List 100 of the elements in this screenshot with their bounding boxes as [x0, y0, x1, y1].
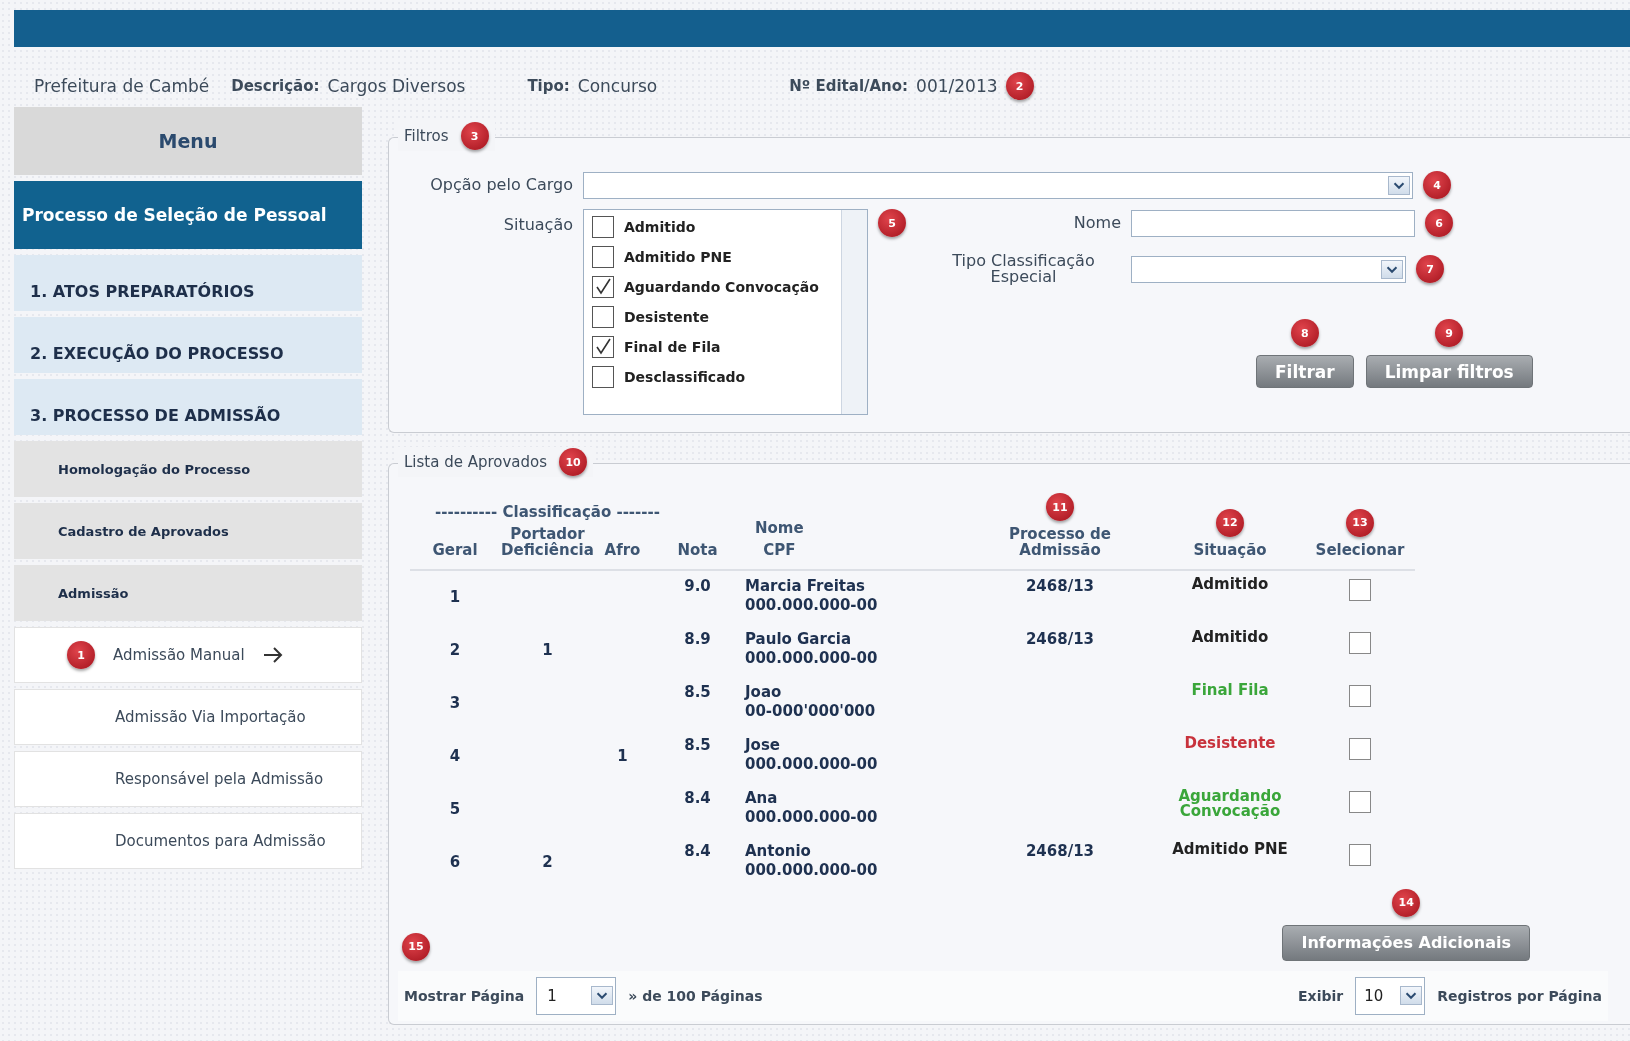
select-checkbox[interactable] [1349, 631, 1371, 654]
submenu-item[interactable]: Documentos para Admissão [14, 813, 362, 869]
option-label: Admitido PNE [624, 249, 732, 265]
scrollbar[interactable] [841, 210, 867, 414]
table-cell: 5 [449, 801, 461, 817]
menu-item[interactable]: Admissão [14, 565, 362, 621]
column-group-header: ---------- Classificação ------- [435, 505, 660, 521]
arrow-right-icon [262, 646, 283, 664]
situation-list[interactable]: Admitido Admitido PNE Aguardando Convocação Desistente Final de Fila Desclassificado [583, 209, 868, 415]
column-header: CPF [763, 542, 796, 559]
pager-label: » de 100 Páginas [628, 987, 763, 1004]
page-select[interactable]: 1 [536, 976, 617, 1015]
table-cell: 8.5 [684, 684, 711, 700]
person-name: Paulo Garcia [745, 631, 853, 647]
number-marker: 4 [1423, 171, 1451, 199]
status-text: Admitido [1191, 576, 1269, 592]
status-text: Admitido PNE [1172, 841, 1288, 857]
name-input[interactable] [1131, 209, 1415, 237]
option-label: Desistente [624, 309, 709, 325]
checkbox[interactable] [592, 336, 614, 358]
submenu-label: Admissão Via Importação [115, 708, 306, 726]
status-text: Final Fila [1191, 682, 1269, 698]
table-cell: 1 [449, 589, 461, 605]
table-cell: 8.4 [684, 843, 711, 859]
submenu-item[interactable]: 1 Admissão Manual [14, 627, 362, 683]
submenu-item[interactable]: Admissão Via Importação [14, 689, 362, 745]
organization-name: Prefeitura de Cambé [34, 76, 210, 96]
column-header: Geral [432, 542, 478, 559]
checkbox[interactable] [592, 276, 614, 298]
select-checkbox[interactable] [1349, 737, 1371, 760]
menu-group[interactable]: 2. EXECUÇÃO DO PROCESSO [14, 317, 362, 373]
select-checkbox[interactable] [1349, 578, 1371, 601]
number-marker: 5 [878, 209, 906, 237]
table-cell: 2468/13 [1025, 843, 1095, 859]
person-name: Antonio [745, 843, 812, 859]
select-checkbox[interactable] [1349, 843, 1371, 866]
table-cell: 6 [449, 854, 461, 870]
panel-legend: Lista de Aprovados [404, 453, 548, 471]
pager-label: Exibir [1298, 987, 1344, 1004]
select-checkbox[interactable] [1349, 790, 1371, 813]
person-name: Ana [745, 790, 779, 806]
checkbox[interactable] [592, 306, 614, 328]
field-value: Concurso [577, 76, 658, 96]
number-marker: 6 [1425, 209, 1453, 237]
column-header: Situação [1193, 542, 1267, 559]
person-name: Jose [745, 737, 781, 753]
column-header: Portador Deficiência [500, 527, 595, 559]
column-header: Nome [755, 521, 804, 537]
option-label: Final de Fila [624, 339, 721, 355]
table-cell: 8.9 [684, 631, 711, 647]
table-cell: 8.5 [684, 737, 711, 753]
status-text: Admitido [1191, 629, 1269, 645]
menu-item[interactable]: Homologação do Processo [14, 441, 362, 497]
cpf-number: 000.000.000-00 [745, 597, 878, 613]
menu-item[interactable]: Cadastro de Aprovados [14, 503, 362, 559]
panel-legend: Filtros [404, 127, 449, 145]
number-marker: 3 [460, 122, 489, 150]
menu-group[interactable]: 3. PROCESSO DE ADMISSÃO [14, 379, 362, 435]
cpf-number: 00-000'000'000 [745, 703, 876, 719]
person-name: Joao [745, 684, 783, 700]
submenu-item[interactable]: Responsável pela Admissão [14, 751, 362, 807]
menu-title: Menu [14, 107, 362, 175]
field-label: Descrição: [231, 77, 320, 95]
checkbox[interactable] [592, 216, 614, 238]
per-page-select[interactable]: 10 [1355, 976, 1426, 1015]
checkbox[interactable] [592, 366, 614, 388]
table-cell: 2 [449, 642, 461, 658]
checkbox[interactable] [592, 246, 614, 268]
number-marker: 1 [67, 641, 95, 669]
type-select[interactable] [1131, 255, 1406, 283]
number-marker: 11 [1046, 493, 1074, 521]
pager-label: Registros por Página [1437, 987, 1602, 1004]
number-marker: 14 [1392, 888, 1421, 917]
table-cell: 1 [617, 748, 628, 764]
column-header: Processo de Admissão [1007, 527, 1113, 559]
column-header: Afro [604, 542, 641, 559]
status-text: Desistente [1184, 735, 1276, 751]
field-value: Cargos Diversos [327, 76, 466, 96]
cargo-select[interactable] [583, 171, 1413, 199]
column-header: Nota [677, 542, 718, 559]
table-cell: 1 [542, 642, 553, 658]
number-marker: 9 [1435, 319, 1464, 347]
number-marker: 8 [1290, 319, 1319, 347]
number-marker: 13 [1346, 508, 1374, 537]
table-cell: 2468/13 [1025, 631, 1095, 647]
number-marker: 7 [1416, 255, 1444, 283]
menu-group[interactable]: 1. ATOS PREPARATÓRIOS [14, 255, 362, 311]
field-label: Tipo: [527, 77, 570, 95]
table-cell: 8.4 [684, 790, 711, 806]
table-cell: 2 [542, 854, 553, 870]
field-value: 001/2013 [916, 76, 998, 96]
pager-label: Mostrar Página [404, 987, 525, 1004]
field-label: Situação [502, 214, 573, 233]
field-label: Opção pelo Cargo [429, 177, 573, 193]
column-header: Selecionar [1315, 542, 1405, 559]
cpf-number: 000.000.000-00 [745, 756, 878, 772]
cpf-number: 000.000.000-00 [745, 862, 878, 878]
menu-section[interactable]: Processo de Seleção de Pessoal [14, 181, 362, 249]
select-checkbox[interactable] [1349, 684, 1371, 707]
table-cell: 2468/13 [1025, 578, 1095, 594]
